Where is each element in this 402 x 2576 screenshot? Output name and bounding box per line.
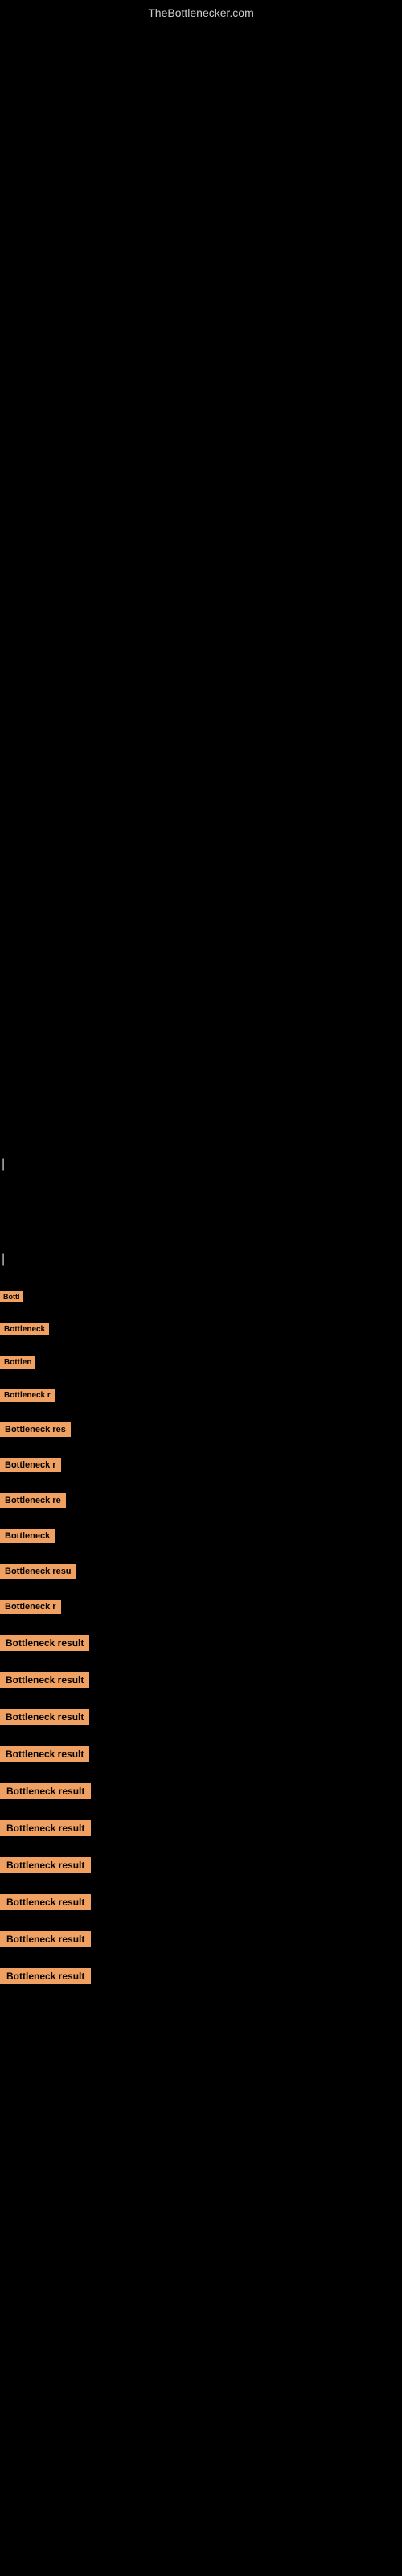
bottleneck-badge[interactable]: Bottleneck r [0, 1600, 61, 1614]
list-item[interactable]: Bottleneck result [0, 1672, 402, 1688]
bottleneck-badge[interactable]: Bottl [0, 1291, 23, 1302]
bottleneck-badge[interactable]: Bottleneck r [0, 1389, 55, 1402]
list-item[interactable]: Bottleneck r [0, 1600, 402, 1614]
cursor-indicator: | [0, 1150, 402, 1180]
list-item[interactable]: Bottleneck result [0, 1746, 402, 1762]
bottleneck-badge[interactable]: Bottleneck re [0, 1493, 66, 1508]
list-item[interactable]: Bottleneck r [0, 1458, 402, 1472]
bottleneck-badge[interactable]: Bottleneck [0, 1529, 55, 1543]
bottleneck-badge[interactable]: Bottleneck resu [0, 1564, 76, 1579]
bottleneck-badge[interactable]: Bottleneck r [0, 1458, 61, 1472]
list-item[interactable]: Bottleneck result [0, 1709, 402, 1725]
list-item[interactable]: Bottleneck [0, 1323, 402, 1335]
bottleneck-badge[interactable]: Bottleneck result [0, 1746, 89, 1762]
list-item[interactable]: Bottleneck [0, 1529, 402, 1543]
bottleneck-badge[interactable]: Bottleneck result [0, 1783, 91, 1799]
bottleneck-badge[interactable]: Bottleneck result [0, 1672, 89, 1688]
list-item[interactable]: Bottl [0, 1291, 402, 1302]
bottleneck-badge[interactable]: Bottleneck [0, 1323, 49, 1335]
list-item[interactable]: Bottlen [0, 1356, 402, 1368]
bottleneck-badge[interactable]: Bottleneck result [0, 1894, 91, 1910]
list-item[interactable]: Bottleneck r [0, 1389, 402, 1402]
site-title: TheBottlenecker.com [0, 0, 402, 23]
bottleneck-badge[interactable]: Bottleneck result [0, 1968, 91, 1984]
list-item[interactable]: Bottleneck res [0, 1422, 402, 1437]
bottleneck-badge[interactable]: Bottleneck result [0, 1820, 91, 1836]
list-item[interactable]: Bottleneck result [0, 1894, 402, 1910]
list-item[interactable]: Bottleneck result [0, 1857, 402, 1873]
bottleneck-list: Bottl Bottleneck Bottlen Bottleneck r Bo… [0, 1291, 402, 1984]
list-item[interactable]: Bottleneck result [0, 1635, 402, 1651]
list-item[interactable]: Bottleneck re [0, 1493, 402, 1508]
list-item[interactable]: Bottleneck result [0, 1783, 402, 1799]
cursor-indicator-2: | [0, 1245, 402, 1275]
list-item[interactable]: Bottleneck resu [0, 1564, 402, 1579]
list-item[interactable]: Bottleneck result [0, 1820, 402, 1836]
bottleneck-badge[interactable]: Bottlen [0, 1356, 35, 1368]
bottleneck-badge[interactable]: Bottleneck result [0, 1709, 89, 1725]
bottleneck-badge[interactable]: Bottleneck result [0, 1931, 91, 1947]
list-item[interactable]: Bottleneck result [0, 1931, 402, 1947]
list-item[interactable]: Bottleneck result [0, 1968, 402, 1984]
bottleneck-badge[interactable]: Bottleneck result [0, 1857, 91, 1873]
bottleneck-badge[interactable]: Bottleneck res [0, 1422, 71, 1437]
bottleneck-badge[interactable]: Bottleneck result [0, 1635, 89, 1651]
